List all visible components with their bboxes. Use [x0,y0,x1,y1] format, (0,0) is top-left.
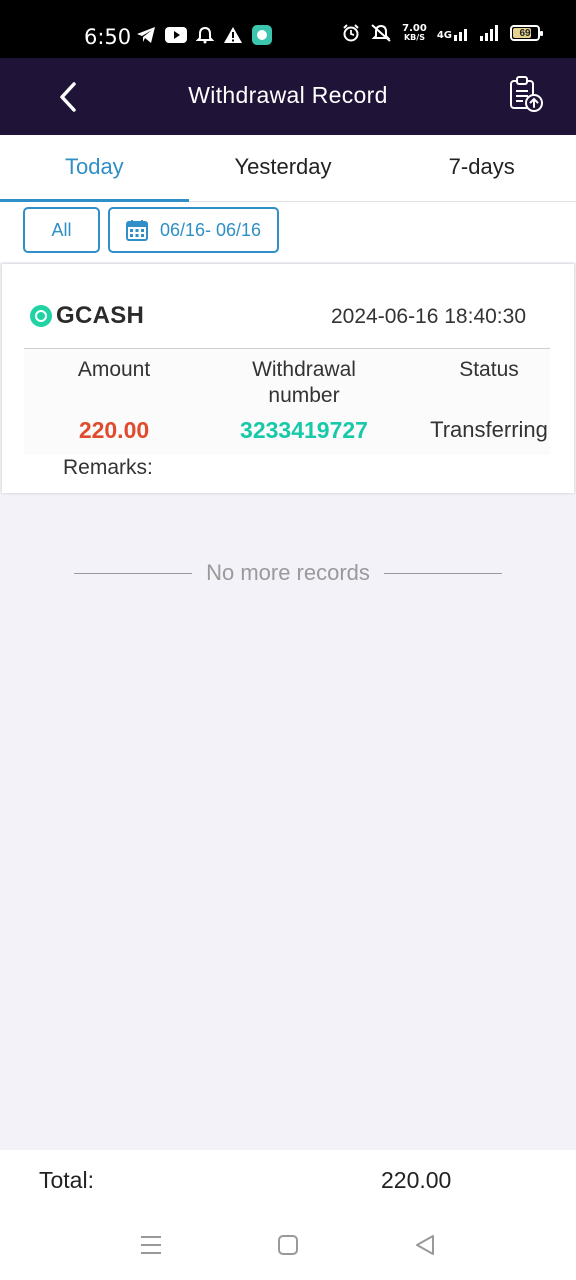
record-details: Amount Withdrawal number Status 220.00 3… [24,349,550,455]
warning-icon [224,27,242,43]
menu-icon[interactable] [140,1234,162,1256]
bell-icon [196,26,214,44]
calendar-icon [125,220,148,241]
back-icon[interactable] [414,1234,436,1256]
filter-all-label: All [51,219,72,240]
divider-left [74,572,193,574]
payment-method: GCASH [30,302,144,330]
youtube-icon [165,27,187,43]
filter-bar: All 06/16- 06/16 [0,202,576,262]
tab-yesterday[interactable]: Yesterday [189,135,378,201]
network-speed-unit: KB/S [403,33,425,42]
telegram-icon [137,27,155,43]
date-range-button[interactable]: 06/16- 06/16 [108,207,279,253]
network-speed-value: 7.00 [402,23,427,34]
date-tabs: Today Yesterday 7-days [0,135,576,202]
tab-7-days[interactable]: 7-days [377,135,576,201]
filter-all-button[interactable]: All [23,207,100,253]
signal-icon-2 [480,25,498,41]
mute-icon [371,24,391,42]
amount-value: 220.00 [78,417,150,443]
battery-icon: 69 [510,25,543,41]
total-bar: Total: 220.00 [0,1150,576,1210]
app-icon [252,25,272,45]
total-value: 220.00 [381,1167,452,1193]
notification-icons [136,25,272,45]
app-header: Withdrawal Record [0,58,576,135]
date-range-label: 06/16- 06/16 [159,219,262,240]
alarm-icon [343,24,359,42]
no-more-records-text: No more records [206,560,370,585]
clipboard-upload-icon[interactable] [508,75,544,113]
status-value: Transferring [430,417,548,442]
home-icon[interactable] [277,1234,299,1256]
system-nav-bar [0,1210,576,1280]
status-bar: 6:50 7.00 KB/S 4G 69 [0,0,576,58]
record-datetime: 2024-06-16 18:40:30 [331,305,526,328]
amount-header: Amount [77,358,151,381]
withdrawal-record-card[interactable]: GCASH 2024-06-16 18:40:30 Amount Withdra… [2,264,574,493]
withdrawal-number-value: 3233419727 [240,417,368,443]
network-speed: 7.00 KB/S [402,23,427,43]
status-header: Status [459,358,519,381]
signal-icon [454,29,467,41]
tab-today[interactable]: Today [0,135,189,202]
gcash-icon [30,305,52,327]
page-title: Withdrawal Record [188,82,388,108]
battery-level: 69 [519,27,531,39]
network-type: 4G [436,30,452,41]
payment-method-name: GCASH [56,302,145,329]
status-time: 6:50 [84,25,132,49]
divider-right [383,572,502,574]
system-icons: 7.00 KB/S 4G 69 [342,23,543,43]
no-more-records: No more records [0,560,576,586]
remarks-label: Remarks: [63,456,153,479]
withdrawal-number-header: Withdrawal number [252,358,356,407]
total-label: Total: [39,1167,94,1193]
